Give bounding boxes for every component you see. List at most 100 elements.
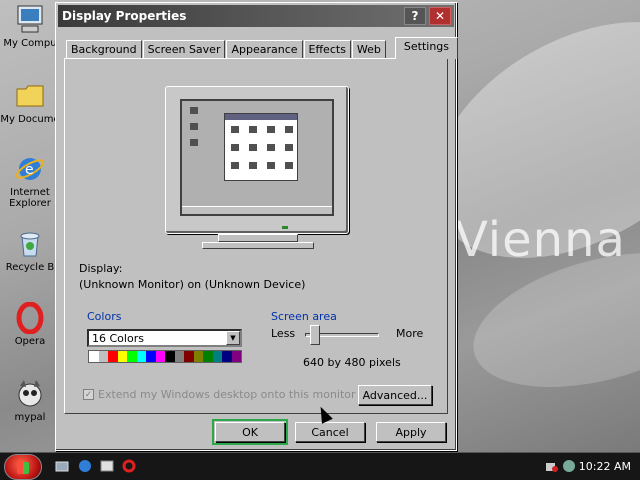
desktop-icon-recycle-bin[interactable]: Recycle B (0, 228, 60, 273)
preview-icon (249, 162, 257, 169)
less-label: Less (271, 327, 296, 340)
desktop-icon-label: My Compu (3, 38, 57, 49)
window-title: Display Properties (62, 9, 187, 23)
colors-select[interactable]: 16 Colors ▼ (87, 329, 242, 347)
preview-icon (249, 144, 257, 151)
palette-swatch (222, 351, 232, 362)
more-label: More (396, 327, 424, 340)
preview-icon (285, 162, 293, 169)
preview-icon (267, 126, 275, 133)
palette-swatch (165, 351, 175, 362)
preview-icon (231, 126, 239, 133)
desktop-icon-my-computer[interactable]: My Compu (0, 4, 60, 49)
preview-icon (190, 107, 198, 114)
preview-window-title (225, 114, 297, 120)
monitor-stand (218, 234, 298, 242)
desktop-shortcut-icon[interactable] (55, 459, 69, 473)
preview-icon (267, 162, 275, 169)
palette-swatch (193, 351, 203, 362)
desktop-icon-label: mypal (14, 412, 46, 423)
extend-desktop-checkbox[interactable]: ✓ (83, 389, 94, 400)
tab-background[interactable]: Background (66, 40, 142, 59)
wallpaper-text: Vienna (455, 212, 626, 268)
palette-swatch (203, 351, 213, 362)
desktop-icon-label: Opera (14, 336, 46, 347)
palette-swatch (155, 351, 165, 362)
palette-swatch (127, 351, 137, 362)
tab-appearance[interactable]: Appearance (226, 40, 303, 59)
monitor-preview (165, 86, 349, 234)
preview-icon (231, 144, 239, 151)
advanced-button[interactable]: Advanced... (358, 385, 432, 405)
preview-icon (249, 126, 257, 133)
chevron-down-icon[interactable]: ▼ (226, 331, 240, 345)
tab-web[interactable]: Web (351, 40, 386, 59)
display-value: (Unknown Monitor) on (Unknown Device) (79, 278, 306, 291)
colors-label: Colors (87, 310, 122, 323)
help-button[interactable]: ? (404, 7, 426, 25)
tab-effects[interactable]: Effects (303, 40, 351, 59)
desktop-icon-opera[interactable]: Opera (0, 301, 60, 347)
tab-settings[interactable]: Settings (394, 37, 459, 59)
taskbar-clock[interactable]: 10:22 AM (579, 460, 631, 473)
computer-icon (14, 4, 46, 36)
recycle-bin-icon (14, 228, 46, 260)
extend-desktop-label: Extend my Windows desktop onto this moni… (98, 388, 356, 401)
screen-area-slider-thumb[interactable] (310, 325, 320, 345)
display-properties-window: Display Properties ? ✕ Background Screen… (55, 2, 459, 451)
ie-icon: e (14, 153, 46, 185)
preview-icon (190, 123, 198, 130)
preview-icon (231, 162, 239, 169)
opera-quicklaunch-icon[interactable] (122, 459, 136, 473)
start-button[interactable] (4, 454, 42, 480)
screen-area-label: Screen area (271, 310, 337, 323)
palette-swatch (98, 351, 108, 362)
preview-icon (285, 144, 293, 151)
desktop-icon-label: Recycle B (5, 262, 55, 273)
preview-icon (285, 126, 293, 133)
palette-swatch (231, 351, 241, 362)
ok-button[interactable]: OK (212, 419, 288, 445)
palette-swatch (108, 351, 118, 362)
preview-taskbar (182, 206, 332, 214)
colors-select-value: 16 Colors (92, 331, 144, 345)
desktop-icon-label: Explorer (9, 198, 51, 209)
palette-swatch (146, 351, 156, 362)
cancel-button[interactable]: Cancel (295, 422, 365, 442)
resolution-text: 640 by 480 pixels (303, 356, 401, 369)
apply-button[interactable]: Apply (376, 422, 446, 442)
tab-strip: Background Screen Saver Appearance Effec… (66, 37, 459, 59)
palette-swatch (212, 351, 222, 362)
preview-icon (190, 139, 198, 146)
network-tray-icon[interactable] (545, 459, 559, 473)
desktop-icon-my-documents[interactable]: My Docume (0, 80, 60, 125)
monitor-screen (180, 99, 334, 216)
preview-window (224, 113, 298, 181)
mypal-icon (14, 378, 46, 410)
palette-swatch (136, 351, 146, 362)
opera-icon (14, 301, 46, 335)
folder-icon (14, 80, 46, 112)
palette-swatch (117, 351, 127, 362)
display-label: Display: (79, 262, 123, 275)
desktop-icon-internet-explorer[interactable]: e Internet Explorer (0, 153, 60, 209)
title-bar[interactable]: Display Properties ? ✕ (58, 5, 454, 27)
preview-icon (267, 144, 275, 151)
settings-panel: Display: (Unknown Monitor) on (Unknown D… (64, 58, 448, 414)
ie-quicklaunch-icon[interactable] (78, 459, 92, 473)
color-palette-preview (88, 350, 242, 363)
monitor-base (202, 242, 314, 249)
palette-swatch (184, 351, 194, 362)
tab-screen-saver[interactable]: Screen Saver (142, 40, 226, 59)
palette-swatch (89, 351, 99, 362)
taskbar: 10:22 AM (0, 452, 640, 480)
power-led-icon (282, 226, 288, 229)
close-button[interactable]: ✕ (429, 7, 451, 25)
svg-text:e: e (25, 162, 34, 178)
desktop-icon-label: My Docume (0, 114, 60, 125)
desktop-icon-label: Internet (10, 187, 50, 198)
volume-tray-icon[interactable] (562, 459, 576, 473)
desktop-icon-mypal[interactable]: mypal (0, 378, 60, 423)
palette-swatch (174, 351, 184, 362)
outlook-quicklaunch-icon[interactable] (100, 459, 114, 473)
